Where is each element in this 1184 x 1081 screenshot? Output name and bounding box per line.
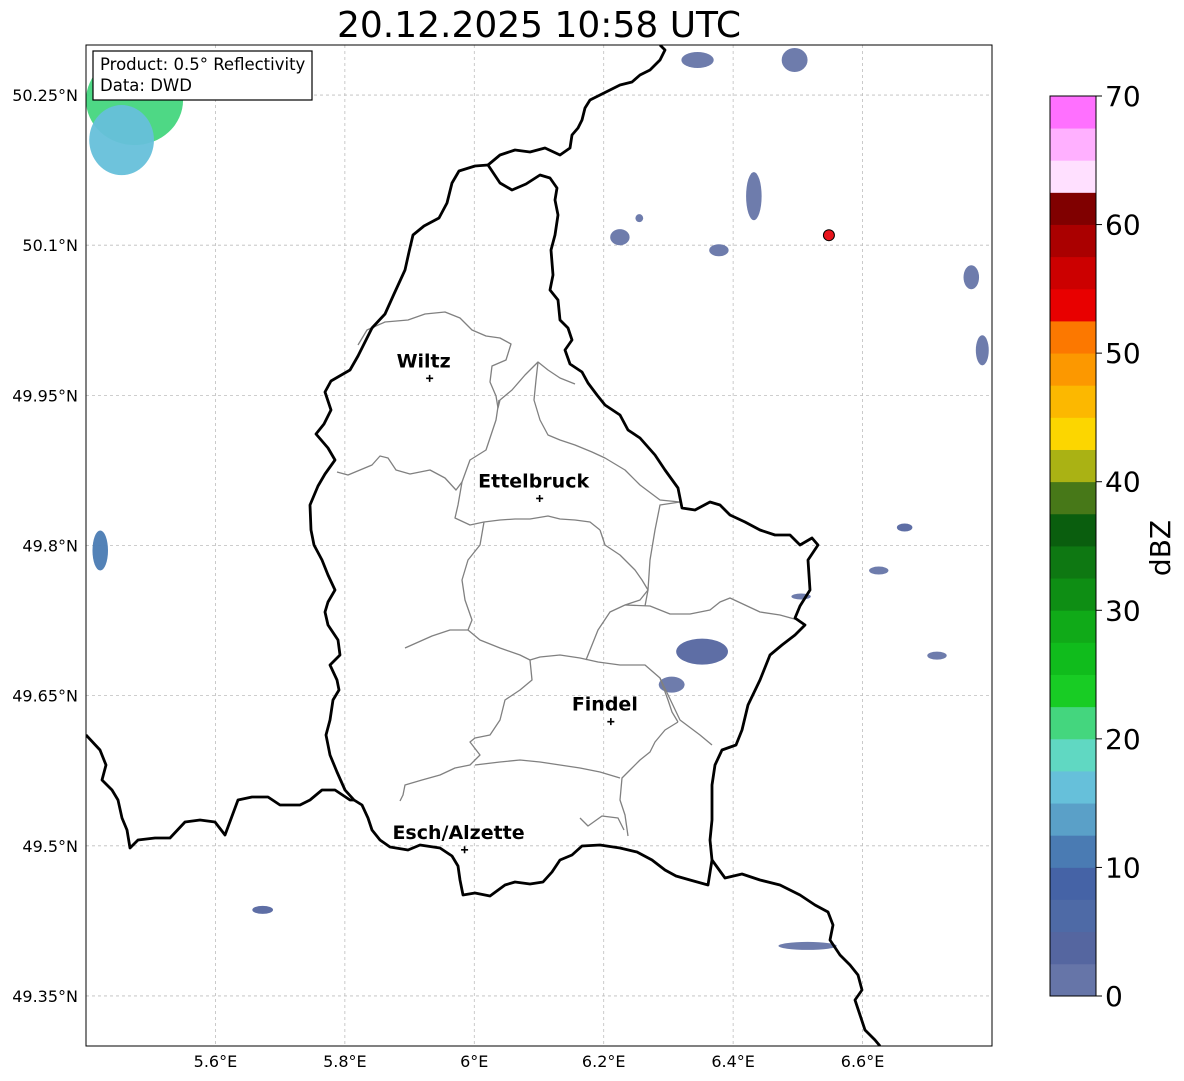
- colorbar-band: [1050, 771, 1096, 804]
- colorbar-tick-label: 20: [1105, 723, 1141, 756]
- colorbar-label: dBZ: [1144, 520, 1177, 576]
- colorbar-band: [1050, 803, 1096, 836]
- colorbar-band: [1050, 610, 1096, 643]
- colorbar-band: [1050, 353, 1096, 386]
- echo-cell: [781, 48, 808, 73]
- colorbar-tick-label: 10: [1105, 851, 1141, 884]
- colorbar-band: [1050, 256, 1096, 290]
- lat-tick-label: 49.95°N: [12, 386, 78, 405]
- echo-cell: [709, 244, 729, 257]
- lat-tick-label: 50.25°N: [12, 86, 78, 105]
- colorbar-tick-label: 60: [1105, 209, 1141, 242]
- echo-cell: [681, 52, 714, 69]
- lon-tick-label: 6°E: [460, 1052, 488, 1071]
- colorbar-band: [1050, 899, 1096, 933]
- colorbar-band: [1050, 385, 1096, 418]
- lat-tick-label: 49.8°N: [22, 537, 78, 556]
- info-source: Data: DWD: [100, 76, 192, 95]
- colorbar: 0 10 20 30 40 50 60 70 dBZ: [1049, 80, 1177, 1013]
- colorbar-band: [1050, 321, 1096, 354]
- lat-tick-label: 49.35°N: [12, 987, 78, 1006]
- colorbar-tick-label: 50: [1105, 337, 1141, 370]
- colorbar-band: [1050, 224, 1096, 258]
- colorbar-band: [1050, 835, 1096, 868]
- lon-tick-label: 5.6°E: [194, 1052, 238, 1071]
- colorbar-band: [1050, 706, 1096, 740]
- echo-cell: [89, 105, 154, 176]
- colorbar-band: [1050, 128, 1096, 161]
- colorbar-band: [1050, 481, 1096, 515]
- echo-cell: [92, 530, 109, 571]
- colorbar-band: [1050, 738, 1096, 772]
- echo-cell: [610, 229, 630, 246]
- colorbar-tick-label: 30: [1105, 594, 1141, 627]
- colorbar-band: [1050, 449, 1096, 483]
- info-product: Product: 0.5° Reflectivity: [100, 55, 306, 74]
- colorbar-band: [1050, 931, 1096, 965]
- map-panel: Wiltz Ettelbruck Findel Esch/Alzette Produc…: [85, 44, 993, 1047]
- colorbar-band: [1050, 546, 1096, 579]
- city-label: Findel: [572, 694, 638, 716]
- colorbar-tick-label: 70: [1105, 80, 1141, 113]
- colorbar-band: [1050, 417, 1096, 450]
- figure-title: 20.12.2025 10:58 UTC: [337, 5, 741, 46]
- radar-site-marker: [822, 229, 835, 242]
- colorbar-band: [1050, 642, 1096, 675]
- colorbar-band: [1050, 288, 1096, 322]
- colorbar-band: [1050, 192, 1096, 225]
- echo-cell: [896, 523, 913, 532]
- lon-tick-label: 6.2°E: [582, 1052, 626, 1071]
- colorbar-band: [1050, 963, 1096, 997]
- lat-tick-label: 50.1°N: [22, 236, 78, 255]
- city-label: Ettelbruck: [478, 470, 589, 492]
- echo-cell: [927, 651, 947, 660]
- echo-cell: [975, 335, 989, 366]
- colorbar-band: [1050, 674, 1096, 708]
- lon-tick-label: 5.8°E: [323, 1052, 367, 1071]
- colorbar-band: [1050, 96, 1096, 129]
- city-label: Wiltz: [397, 350, 451, 372]
- echo-cell: [746, 172, 762, 221]
- echo-cell: [869, 566, 889, 575]
- echo-cell: [252, 905, 274, 914]
- colorbar-band: [1050, 513, 1096, 547]
- echo-cell: [635, 214, 644, 223]
- radar-figure: 20.12.2025 10:58 UTC WiltzEttelbruckFind…: [12, 5, 1177, 1071]
- colorbar-band: [1050, 578, 1096, 611]
- info-box: Product: 0.5° Reflectivity Data: DWD: [92, 50, 313, 101]
- colorbar-bands: [1050, 96, 1096, 997]
- lon-tick-label: 6.6°E: [841, 1052, 885, 1071]
- echo-cell: [676, 638, 728, 665]
- city-label: Esch/Alzette: [392, 822, 524, 844]
- lat-tick-label: 49.5°N: [22, 837, 78, 856]
- echo-cell: [963, 265, 980, 290]
- lon-tick-label: 6.4°E: [711, 1052, 755, 1071]
- colorbar-band: [1050, 160, 1096, 193]
- lat-tick-label: 49.65°N: [12, 687, 78, 706]
- colorbar-ticks: 0 10 20 30 40 50 60 70: [1096, 80, 1141, 1013]
- colorbar-tick-label: 40: [1105, 466, 1141, 499]
- colorbar-band: [1050, 867, 1096, 900]
- echo-cell: [778, 941, 837, 950]
- colorbar-tick-label: 0: [1105, 980, 1123, 1013]
